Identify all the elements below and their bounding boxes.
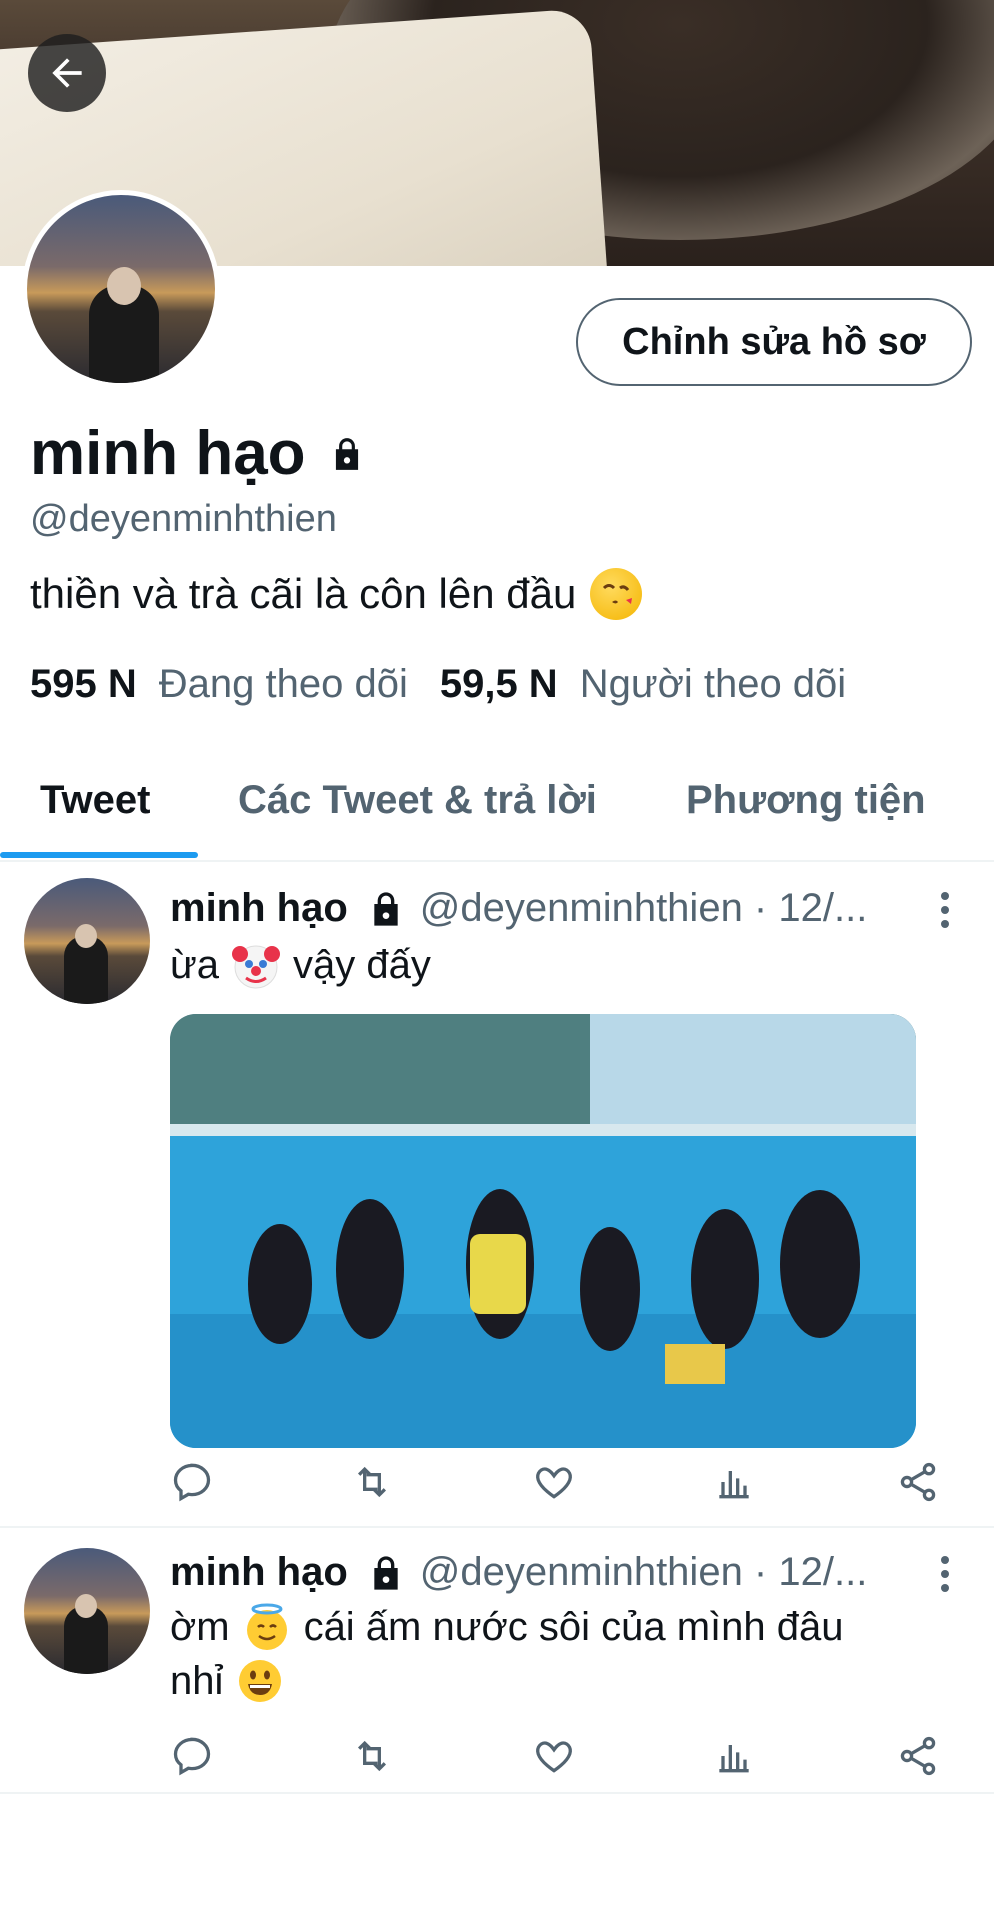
tweet-avatar[interactable] bbox=[24, 878, 150, 1004]
avatar-head bbox=[75, 924, 97, 948]
edit-profile-button[interactable]: Chỉnh sửa hồ sơ bbox=[576, 298, 972, 386]
tweet-author-name[interactable]: minh hạo bbox=[170, 1550, 348, 1595]
followers-label[interactable]: Người theo dõi bbox=[580, 662, 846, 707]
tweet-author-name[interactable]: minh hạo bbox=[170, 886, 348, 931]
tweet-text-part: vậy đấy bbox=[293, 943, 431, 987]
tweet-actions bbox=[170, 1734, 950, 1784]
tweet-text: ờm cái ấm nước sôi của mình đâu nhỉ bbox=[170, 1600, 950, 1708]
lock-icon bbox=[374, 891, 398, 926]
arrow-left-icon bbox=[52, 58, 82, 88]
tweet-header: minh hạo @deyenminhthien · 12/... bbox=[170, 886, 867, 931]
tab-tweets-replies[interactable]: Các Tweet & trả lời bbox=[238, 778, 597, 823]
followers-count[interactable]: 59,5 N bbox=[440, 662, 558, 707]
angel-face-emoji-icon bbox=[242, 1602, 292, 1652]
lock-icon bbox=[335, 437, 358, 470]
tweet-text: ừa vậy đấy bbox=[170, 938, 950, 992]
like-heart-icon[interactable] bbox=[532, 1460, 576, 1504]
profile-bio: thiền và trà cãi là côn lên đầu bbox=[30, 568, 643, 620]
tab-media[interactable]: Phương tiện bbox=[686, 778, 926, 823]
profile-name: minh hạo bbox=[30, 419, 306, 488]
retweet-icon[interactable] bbox=[350, 1460, 394, 1504]
profile-tabs: Tweet Các Tweet & trả lời Phương tiện bbox=[0, 760, 994, 860]
tab-tweets[interactable]: Tweet bbox=[40, 778, 150, 823]
clown-face-emoji-icon bbox=[231, 940, 281, 990]
kiss-face-emoji-icon bbox=[590, 568, 643, 620]
avatar-head bbox=[75, 1594, 97, 1618]
profile-avatar[interactable] bbox=[22, 190, 220, 388]
tabs-divider bbox=[0, 860, 994, 862]
following-label[interactable]: Đang theo dõi bbox=[159, 662, 408, 707]
tweet-text-line: ờm cái ấm nước sôi của mình đâu bbox=[170, 1600, 950, 1654]
tweet-item[interactable]: minh hạo @deyenminhthien · 12/... ờm cái… bbox=[0, 1536, 994, 1792]
tweet-text-part: nhỉ bbox=[170, 1659, 224, 1703]
tweet-handle-date[interactable]: @deyenminhthien · 12/... bbox=[420, 886, 868, 931]
tweet-media-image[interactable] bbox=[170, 1014, 916, 1448]
avatar-head bbox=[107, 267, 141, 305]
tweet-avatar[interactable] bbox=[24, 1548, 150, 1674]
share-icon[interactable] bbox=[896, 1460, 940, 1504]
analytics-icon[interactable] bbox=[712, 1734, 756, 1778]
back-button[interactable] bbox=[28, 34, 106, 112]
tweet-handle-date[interactable]: @deyenminhthien · 12/... bbox=[420, 1550, 868, 1595]
tweet-text-part: ờm bbox=[170, 1605, 230, 1649]
tweet-item[interactable]: minh hạo @deyenminhthien · 12/... ừa vậy… bbox=[0, 870, 994, 1528]
bio-text: thiền và trà cãi là côn lên đầu bbox=[30, 570, 577, 617]
tweet-text-line: nhỉ bbox=[170, 1654, 950, 1708]
share-icon[interactable] bbox=[896, 1734, 940, 1778]
profile-stats: 595 N Đang theo dõi 59,5 N Người theo dõ… bbox=[30, 662, 878, 707]
reply-icon[interactable] bbox=[170, 1734, 214, 1778]
analytics-icon[interactable] bbox=[712, 1460, 756, 1504]
profile-name-row: minh hạo bbox=[30, 418, 366, 489]
profile-handle: @deyenminhthien bbox=[30, 498, 337, 540]
tweet-divider bbox=[0, 1526, 994, 1528]
tweet-text-part: cái ấm nước sôi của mình đâu bbox=[303, 1605, 844, 1649]
lock-icon bbox=[374, 1555, 398, 1590]
reply-icon[interactable] bbox=[170, 1460, 214, 1504]
tweet-actions bbox=[170, 1460, 950, 1510]
more-options-icon[interactable] bbox=[930, 1554, 960, 1594]
tweet-divider bbox=[0, 1792, 994, 1794]
following-count[interactable]: 595 N bbox=[30, 662, 137, 707]
retweet-icon[interactable] bbox=[350, 1734, 394, 1778]
tweet-text-part: ừa bbox=[170, 943, 220, 987]
more-options-icon[interactable] bbox=[930, 890, 960, 930]
active-tab-indicator bbox=[0, 852, 198, 858]
tweet-header: minh hạo @deyenminhthien · 12/... bbox=[170, 1550, 867, 1595]
grinning-face-emoji-icon bbox=[235, 1656, 285, 1706]
like-heart-icon[interactable] bbox=[532, 1734, 576, 1778]
